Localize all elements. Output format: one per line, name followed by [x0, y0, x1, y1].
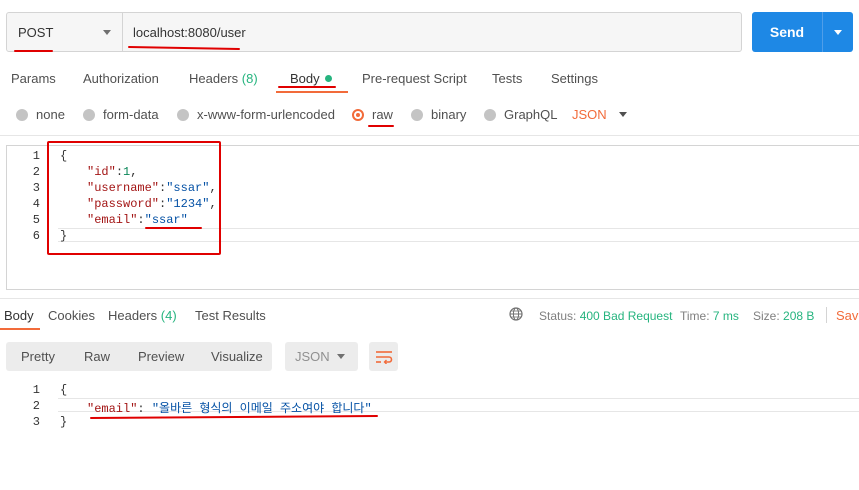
body-format-select[interactable]: JSON — [572, 107, 627, 122]
radio-circle — [177, 108, 189, 121]
radio-raw[interactable]: raw — [352, 107, 393, 122]
radio-form-data[interactable]: form-data — [83, 107, 159, 122]
divider — [826, 307, 827, 323]
line-number: 1 — [32, 149, 40, 163]
url-input[interactable] — [123, 13, 741, 51]
time-label: Time: — [680, 309, 710, 323]
json-value: "올바른 형식의 이메일 주소여야 합니다" — [151, 402, 372, 416]
divider — [0, 135, 859, 136]
json-sep: : — [137, 402, 152, 416]
status-label: Status: — [539, 309, 577, 323]
response-status: Status: 400 Bad Request — [539, 309, 672, 323]
send-button[interactable]: Send — [752, 12, 853, 52]
response-tab-cookies[interactable]: Cookies — [48, 308, 95, 323]
annotation-box — [47, 141, 221, 255]
radio-binary-label: binary — [431, 107, 467, 122]
request-tabs: Params Authorization Headers (8) Body Pr… — [0, 66, 859, 93]
response-size: Size: 208 B — [753, 309, 814, 323]
radio-circle-selected — [352, 108, 364, 121]
line-number: 4 — [32, 197, 40, 211]
response-format-select[interactable]: JSON — [285, 342, 358, 371]
tab-headers[interactable]: Headers (8) — [189, 71, 258, 86]
tab-authorization[interactable]: Authorization — [83, 71, 159, 86]
response-view-mode: Pretty Raw Preview Visualize — [6, 342, 272, 371]
response-tab-test-results[interactable]: Test Results — [195, 308, 266, 323]
size-value: 208 B — [783, 309, 815, 323]
request-url-bar: POST — [6, 12, 742, 52]
radio-urlencoded-label: x-www-form-urlencoded — [197, 107, 335, 122]
line-number: 5 — [32, 213, 40, 227]
radio-none[interactable]: none — [16, 107, 65, 122]
code-open-brace: { — [60, 383, 68, 397]
active-tab-indicator — [276, 91, 348, 93]
response-headers-count-badge: (4) — [160, 308, 177, 323]
response-tab-headers[interactable]: Headers (4) — [108, 308, 177, 323]
radio-circle — [83, 108, 95, 121]
time-value: 7 ms — [712, 309, 739, 323]
radio-urlencoded[interactable]: x-www-form-urlencoded — [177, 107, 335, 122]
tab-prerequest-script[interactable]: Pre-request Script — [362, 71, 467, 86]
tab-settings[interactable]: Settings — [551, 71, 598, 86]
line-number: 2 — [32, 165, 40, 179]
send-options-button[interactable] — [822, 12, 853, 52]
line-number: 3 — [32, 415, 40, 429]
tab-params[interactable]: Params — [11, 71, 56, 86]
code-line: "email": "올바른 형식의 이메일 주소여야 합니다" — [87, 399, 372, 416]
method-label: POST — [18, 24, 54, 40]
annotation-underline — [145, 227, 202, 229]
line-number: 2 — [32, 399, 40, 413]
send-label: Send — [769, 24, 805, 40]
radio-form-data-label: form-data — [103, 107, 159, 122]
response-tab-headers-label: Headers — [108, 308, 158, 323]
caret-down-icon — [618, 112, 627, 117]
radio-circle — [16, 108, 28, 121]
caret-down-icon — [834, 29, 842, 35]
view-visualize-button[interactable]: Visualize — [211, 349, 263, 364]
radio-raw-label: raw — [372, 107, 393, 122]
radio-circle — [411, 108, 423, 121]
body-type-selector: none form-data x-www-form-urlencoded raw… — [0, 106, 859, 126]
code-close-brace: } — [60, 415, 68, 429]
radio-graphql-label: GraphQL — [504, 107, 558, 122]
tab-headers-label: Headers — [189, 71, 239, 86]
modified-dot-icon — [324, 75, 332, 82]
status-value: 400 Bad Request — [579, 309, 673, 323]
response-tab-body[interactable]: Body — [4, 308, 34, 323]
radio-binary[interactable]: binary — [411, 107, 466, 122]
view-raw-button[interactable]: Raw — [84, 349, 110, 364]
annotation-underline — [368, 125, 394, 127]
method-select[interactable]: POST — [7, 13, 123, 51]
annotation-underline — [14, 50, 53, 52]
caret-down-icon — [337, 354, 345, 359]
tab-body[interactable]: Body — [290, 71, 332, 86]
response-format-label: JSON — [295, 349, 330, 364]
tab-tests[interactable]: Tests — [492, 71, 522, 86]
response-tabs: Body Cookies Headers (4) Test Results St… — [0, 300, 859, 330]
view-preview-button[interactable]: Preview — [138, 349, 184, 364]
radio-none-label: none — [36, 107, 65, 122]
annotation-underline — [278, 86, 336, 88]
save-response-button[interactable]: Save — [836, 308, 859, 323]
size-label: Size: — [753, 309, 780, 323]
radio-circle — [484, 108, 496, 121]
wrap-lines-button[interactable] — [369, 342, 398, 371]
json-key: "email" — [87, 402, 138, 416]
headers-count-badge: (8) — [241, 71, 258, 86]
divider — [0, 298, 859, 299]
caret-down-icon — [103, 29, 111, 35]
wrap-lines-icon — [375, 350, 392, 364]
line-number: 1 — [32, 383, 40, 397]
line-number: 3 — [32, 181, 40, 195]
globe-icon[interactable] — [509, 307, 523, 321]
active-response-tab-indicator — [0, 328, 40, 330]
view-pretty-button[interactable]: Pretty — [21, 349, 55, 364]
line-number: 6 — [32, 229, 40, 243]
radio-graphql[interactable]: GraphQL — [484, 107, 557, 122]
body-format-label: JSON — [572, 107, 607, 122]
tab-body-label: Body — [290, 71, 320, 86]
response-time: Time: 7 ms — [680, 309, 739, 323]
